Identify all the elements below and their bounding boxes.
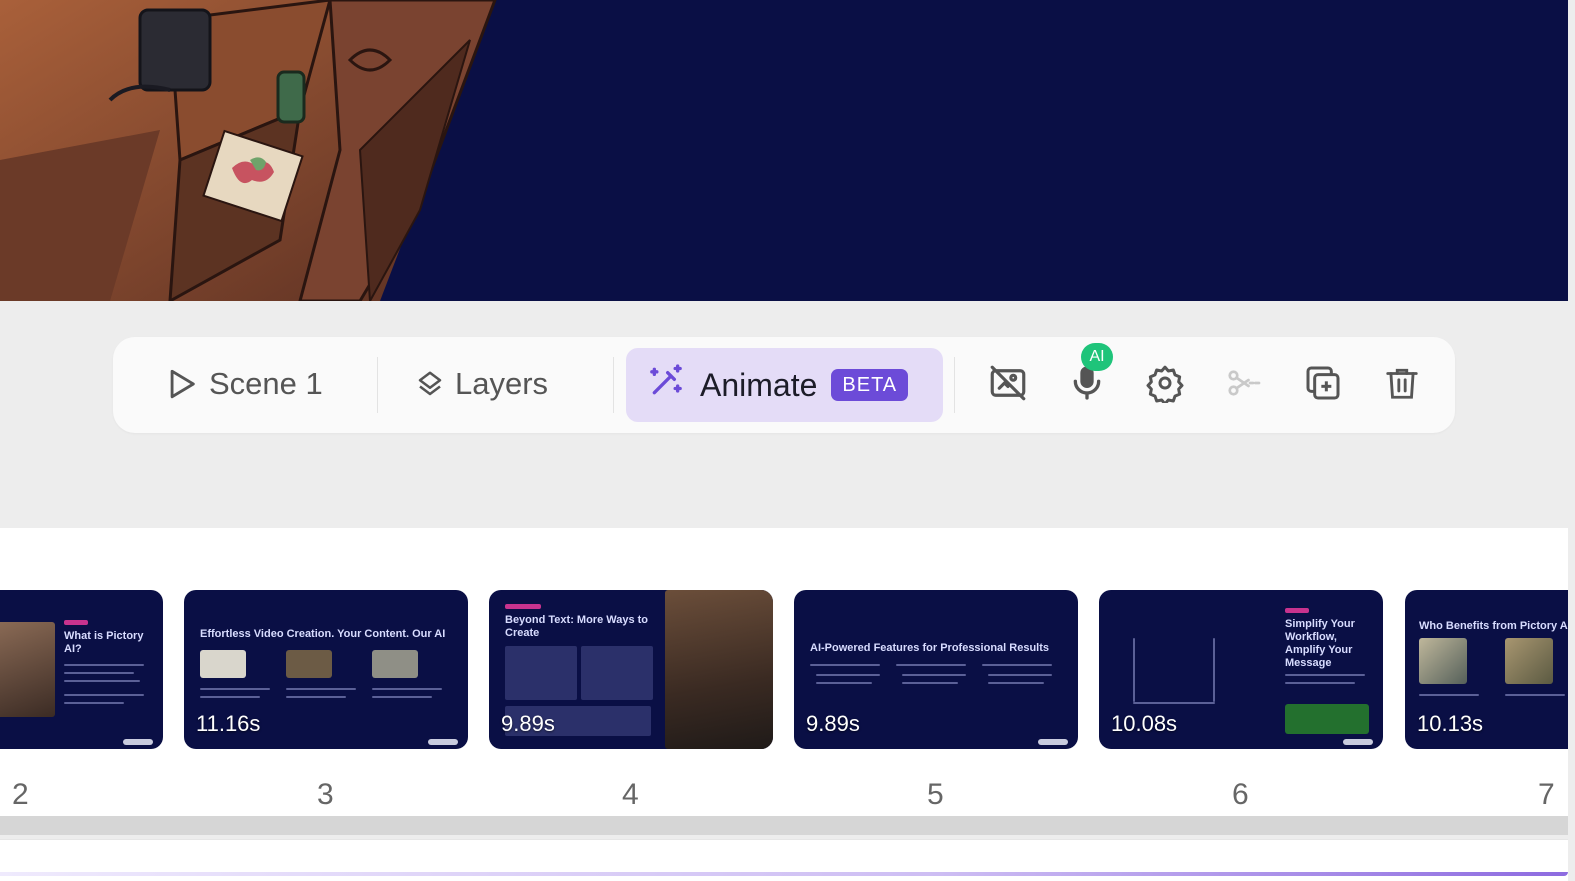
scene-toolbar: Scene 1 Layers Animate BETA AI bbox=[113, 337, 1455, 433]
split-button[interactable] bbox=[1222, 363, 1266, 407]
thumbnail-logo bbox=[428, 739, 458, 745]
scene-thumbnail[interactable]: AI-Powered Features for Professional Res… bbox=[794, 590, 1078, 749]
thumbnail-title: Beyond Text: More Ways to Create bbox=[505, 614, 649, 639]
thumbnail-title: What is Pictory AI? bbox=[64, 630, 144, 655]
scene-duration: 11.16s bbox=[196, 711, 261, 736]
scene-number: 6 bbox=[1232, 778, 1249, 811]
delete-button[interactable] bbox=[1380, 363, 1424, 407]
scissors-icon bbox=[1223, 365, 1265, 406]
scene-number: 5 bbox=[927, 778, 944, 811]
layers-button[interactable]: Layers bbox=[415, 366, 548, 402]
preview-illustration bbox=[0, 0, 497, 301]
scene-number: 7 bbox=[1538, 778, 1555, 811]
bottom-accent-bar bbox=[0, 872, 1568, 876]
play-icon bbox=[165, 367, 199, 401]
thumbnail-tag bbox=[505, 604, 541, 609]
scene-button[interactable]: Scene 1 bbox=[165, 366, 323, 402]
scene-preview bbox=[0, 0, 1568, 301]
layers-icon bbox=[415, 368, 445, 400]
scene-thumbnail[interactable]: Effortless Video Creation. Your Content.… bbox=[184, 590, 468, 749]
scene-duration: 9.89s bbox=[501, 711, 555, 736]
scene-number: 4 bbox=[622, 778, 639, 811]
scene-thumbnail[interactable]: What is Pictory AI? bbox=[0, 590, 163, 749]
thumbnail-logo bbox=[123, 739, 153, 745]
hide-visual-button[interactable] bbox=[986, 363, 1030, 407]
scene-number: 2 bbox=[12, 778, 29, 811]
thumbnail-logo bbox=[1038, 739, 1068, 745]
scene-thumbnail[interactable]: Simplify Your Workflow, Amplify Your Mes… bbox=[1099, 590, 1383, 749]
scene-duration: 9.89s bbox=[806, 711, 860, 736]
scene-timeline: What is Pictory AI? Effortless Video Cre… bbox=[0, 528, 1568, 818]
scene-number: 3 bbox=[317, 778, 334, 811]
scene-thumbnail[interactable]: Beyond Text: More Ways to Create 9.89s bbox=[489, 590, 773, 749]
toolbar-divider bbox=[613, 357, 614, 413]
magic-wand-icon bbox=[646, 361, 686, 409]
settings-button[interactable] bbox=[1143, 363, 1187, 407]
thumbnail-tag bbox=[64, 620, 88, 625]
animate-button[interactable]: Animate BETA bbox=[626, 348, 943, 422]
duplicate-icon bbox=[1303, 363, 1343, 408]
thumbnail-title: Simplify Your Workflow, Amplify Your Mes… bbox=[1285, 618, 1355, 669]
trash-icon bbox=[1383, 363, 1421, 408]
layers-label: Layers bbox=[455, 366, 549, 401]
thumbnail-cta bbox=[1285, 704, 1369, 734]
scene-thumbnail[interactable]: Who Benefits from Pictory A 10.13s bbox=[1405, 590, 1568, 749]
toolbar-divider bbox=[954, 357, 955, 413]
scene-duration: 10.08s bbox=[1111, 711, 1178, 736]
beta-badge: BETA bbox=[831, 369, 909, 401]
thumbnail-title: AI-Powered Features for Professional Res… bbox=[810, 642, 1050, 654]
thumbnail-tag bbox=[1285, 608, 1309, 613]
animate-label: Animate bbox=[700, 366, 818, 403]
duplicate-button[interactable] bbox=[1301, 363, 1345, 407]
scene-duration: 10.13s bbox=[1417, 711, 1484, 736]
toolbar-divider bbox=[377, 357, 378, 413]
thumbnail-title: Effortless Video Creation. Your Content.… bbox=[200, 628, 446, 640]
gear-icon bbox=[1145, 363, 1185, 408]
thumbnail-image bbox=[665, 590, 773, 749]
scene-label: Scene 1 bbox=[209, 366, 323, 401]
ai-badge: AI bbox=[1081, 343, 1113, 371]
thumbnail-image bbox=[0, 622, 55, 717]
timeline-scrollbar[interactable] bbox=[0, 816, 1568, 835]
thumbnail-title: Who Benefits from Pictory A bbox=[1419, 620, 1568, 632]
hide-visual-icon bbox=[987, 362, 1029, 409]
thumbnail-logo bbox=[1343, 739, 1373, 745]
